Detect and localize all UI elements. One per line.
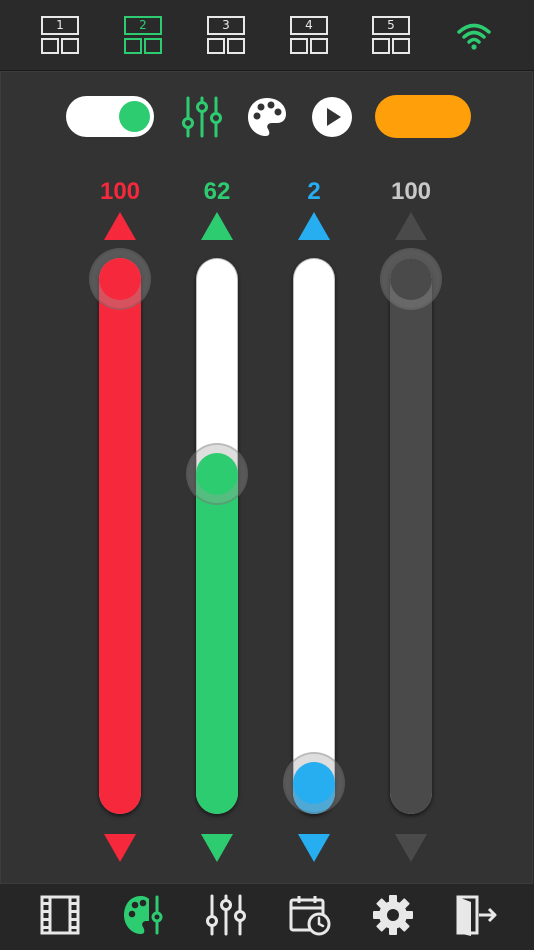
exit-icon[interactable] [455,893,499,937]
green-increase-arrow[interactable] [201,212,233,240]
white-decrease-arrow[interactable] [395,834,427,862]
wifi-icon [457,23,491,50]
power-toggle[interactable] [66,96,154,137]
green-decrease-arrow[interactable] [201,834,233,862]
palette-icon[interactable] [246,96,288,138]
green-value: 62 [203,178,231,205]
thumb-knob [196,453,238,496]
top-bar: 1 2 3 4 5 [0,0,534,71]
layout-number: 4 [305,18,313,32]
layout-button-1[interactable]: 1 [41,16,79,54]
green-slider-thumb[interactable] [188,445,246,504]
red-increase-arrow[interactable] [104,212,136,240]
blue-decrease-arrow[interactable] [298,834,330,862]
film-icon[interactable] [38,893,82,937]
blue-slider-track[interactable] [293,258,335,814]
layout-number: 5 [387,18,395,32]
layout-button-2[interactable]: 2 [124,16,162,54]
sliders-icon[interactable] [204,893,248,937]
layout-button-4[interactable]: 4 [290,16,328,54]
thumb-knob [99,258,141,300]
gear-icon[interactable] [371,893,415,937]
red-value: 100 [99,178,141,205]
white-slider-thumb[interactable] [382,250,440,308]
blue-slider-thumb[interactable] [285,753,343,812]
blue-value: 2 [307,178,321,205]
red-slider-fill [99,279,141,814]
thumb-knob [293,761,335,804]
white-slider-track[interactable] [390,258,432,814]
layout-number: 2 [139,18,147,32]
white-value: 100 [390,178,432,205]
white-slider-fill [390,279,432,814]
layout-button-5[interactable]: 5 [372,16,410,54]
layout-number: 3 [222,18,230,32]
red-slider-track[interactable] [99,258,141,814]
white-increase-arrow[interactable] [395,212,427,240]
sliders-icon[interactable] [181,96,223,138]
calendar-clock-icon[interactable] [288,893,332,937]
layout-button-3[interactable]: 3 [207,16,245,54]
thumb-knob [390,258,432,300]
toggle-knob [119,101,150,132]
red-slider-thumb[interactable] [91,250,149,308]
red-decrease-arrow[interactable] [104,834,136,862]
green-slider-fill [196,474,238,814]
green-slider-track[interactable] [196,258,238,814]
palette-icon[interactable] [121,893,165,937]
blue-increase-arrow[interactable] [298,212,330,240]
current-color-swatch[interactable] [375,95,471,138]
layout-number: 1 [56,18,64,32]
play-icon[interactable] [311,96,353,138]
